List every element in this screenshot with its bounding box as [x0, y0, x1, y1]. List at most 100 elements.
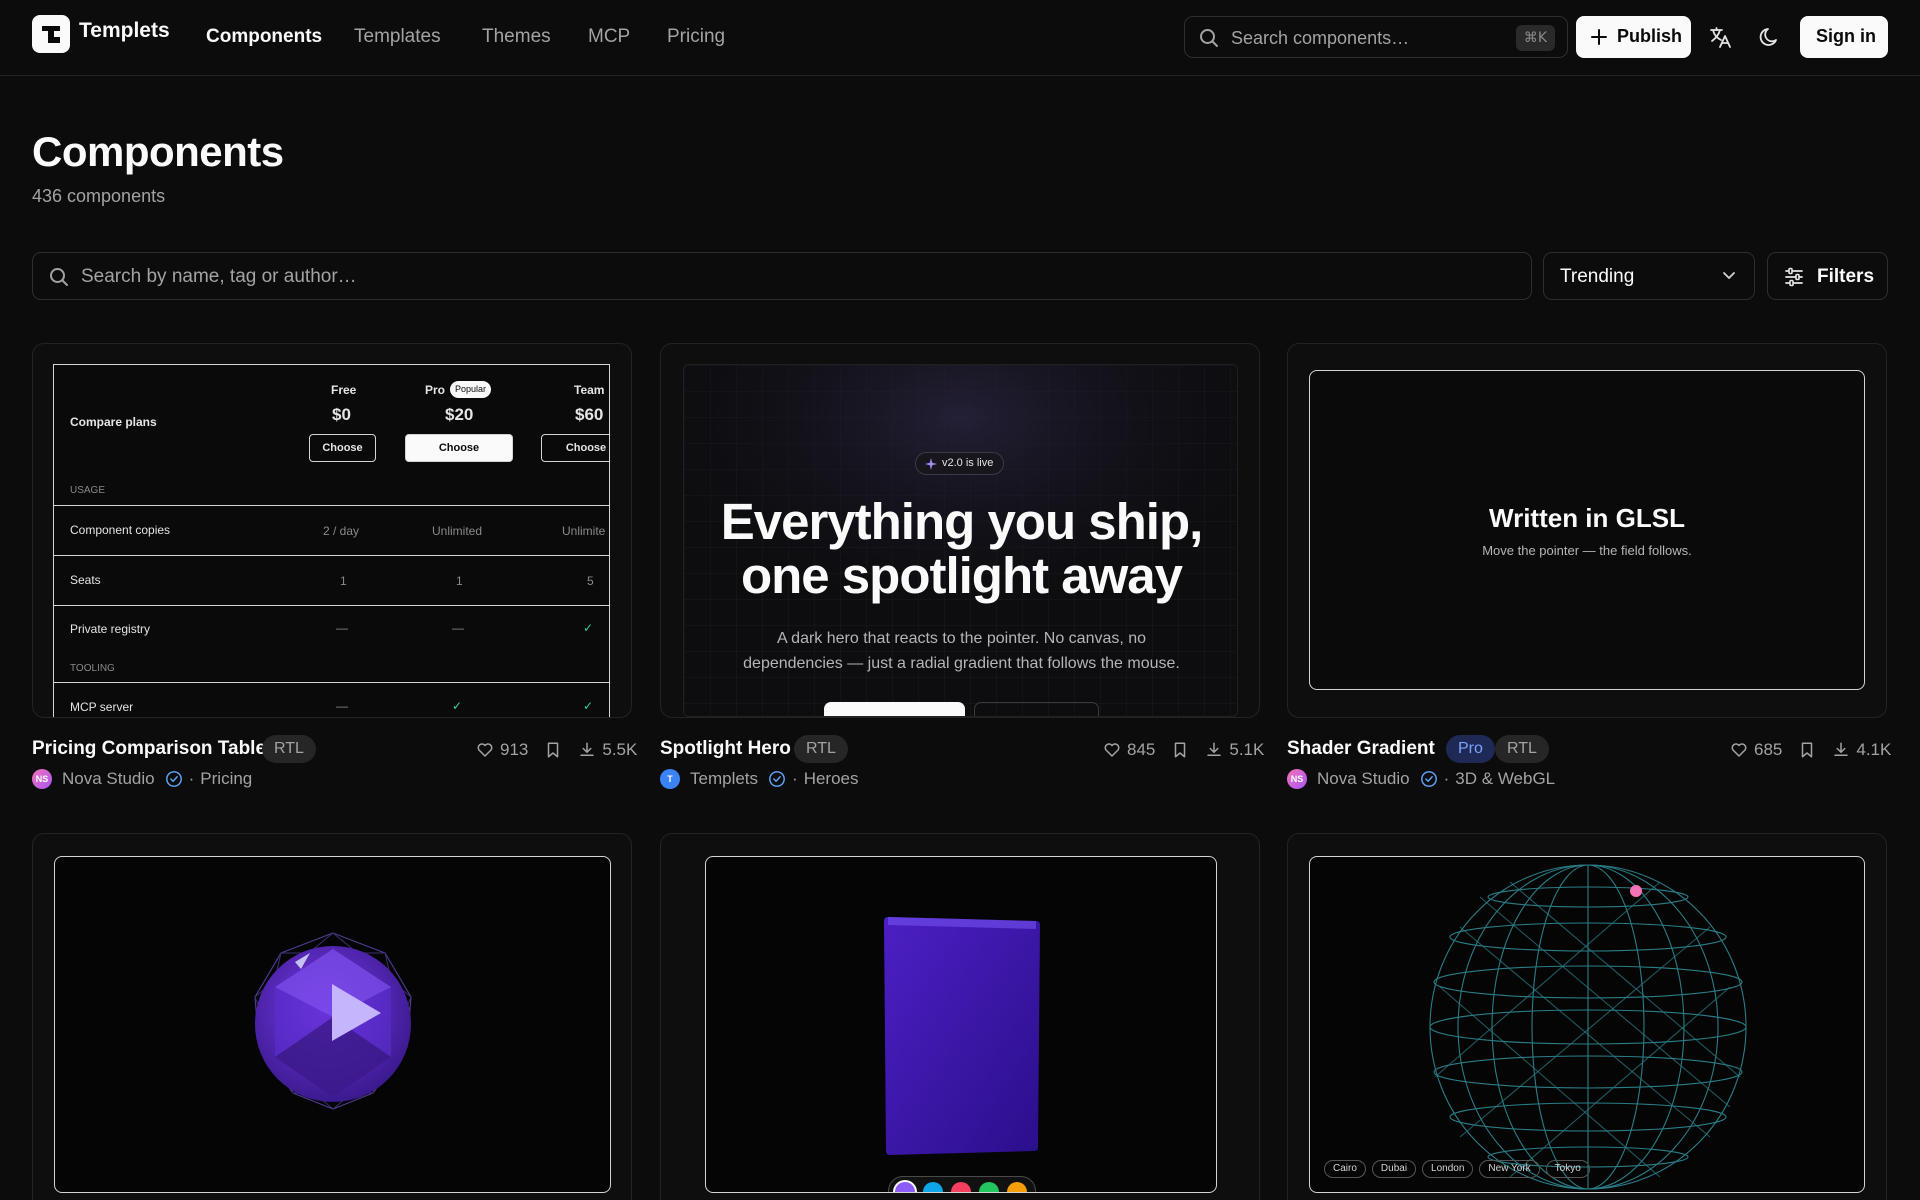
city-chip[interactable]: Tokyo — [1545, 1160, 1590, 1178]
nav-link-components[interactable]: Components — [206, 26, 322, 48]
sliders-icon — [1785, 267, 1803, 287]
nav-link-templates[interactable]: Templates — [354, 26, 441, 48]
avatar: NS — [32, 769, 52, 789]
row-label: MCP server — [70, 700, 134, 714]
language-icon[interactable] — [1700, 17, 1740, 57]
top-nav: Templets Components Templates Themes MCP… — [0, 0, 1920, 76]
heart-icon[interactable] — [476, 741, 494, 759]
plan-name-team: Team — [574, 383, 605, 397]
publish-button[interactable]: Publish — [1576, 16, 1691, 58]
row-label: Private registry — [70, 622, 151, 636]
download-icon[interactable] — [1832, 741, 1850, 759]
pricing-table-preview: Compare plans Free $0 Choose Pro Popular… — [53, 364, 610, 717]
category-link[interactable]: Heroes — [804, 769, 859, 789]
glsl-subtitle: Move the pointer — the field follows. — [1482, 543, 1692, 558]
row-value: 2 / day — [323, 524, 360, 538]
author-name[interactable]: Templets — [690, 769, 758, 789]
category-link[interactable]: Pricing — [200, 769, 252, 789]
choose-team-button: Choose — [541, 434, 609, 462]
globe-preview: Cairo Dubai London New York Tokyo — [1309, 856, 1865, 1193]
city-chip[interactable]: Dubai — [1371, 1160, 1417, 1178]
bookmark-icon[interactable] — [1171, 741, 1189, 759]
avatar: NS — [1287, 769, 1307, 789]
search-icon — [1200, 29, 1218, 47]
download-icon[interactable] — [578, 741, 596, 759]
download-count: 4.1K — [1856, 740, 1892, 759]
row-value: — — [336, 699, 348, 713]
row-label: Component copies — [70, 523, 171, 537]
wireframe-globe — [1429, 864, 1747, 1190]
row-value: Unlimited — [432, 524, 483, 538]
verified-icon — [769, 771, 785, 787]
hero-headline-line-2: one spotlight away — [740, 547, 1183, 604]
tag-badge: RTL — [794, 735, 848, 763]
category-link[interactable]: 3D & WebGL — [1455, 769, 1555, 789]
component-search-input[interactable]: Search by name, tag or author… — [32, 252, 1532, 300]
logo-icon[interactable] — [32, 15, 70, 53]
swatch-green[interactable] — [979, 1182, 999, 1192]
sign-in-button[interactable]: Sign in — [1800, 16, 1888, 58]
bookmark-icon[interactable] — [544, 741, 562, 759]
3d-card-preview — [705, 856, 1217, 1193]
publish-label: Publish — [1617, 26, 1683, 46]
row-label: Seats — [70, 573, 101, 587]
nav-link-mcp[interactable]: MCP — [588, 26, 630, 48]
sort-value: Trending — [1560, 266, 1635, 287]
plan-price-pro: $20 — [445, 405, 474, 424]
row-value: 1 — [340, 574, 347, 588]
card-title[interactable]: Spotlight Hero — [660, 738, 791, 760]
bookmark-icon[interactable] — [1798, 741, 1816, 759]
hero-secondary-button — [974, 702, 1099, 716]
heart-icon[interactable] — [1103, 741, 1121, 759]
card-meta: NS Nova Studio · Pricing — [32, 769, 252, 789]
section-usage-label: USAGE — [70, 485, 106, 496]
filters-button[interactable]: Filters — [1767, 252, 1888, 300]
choose-free-button: Choose — [309, 434, 376, 462]
separator-dot: · — [792, 769, 798, 788]
avatar: T — [660, 769, 680, 789]
swatch-amber[interactable] — [1007, 1182, 1027, 1192]
separator-dot: · — [1443, 769, 1450, 788]
sort-select[interactable]: Trending — [1543, 252, 1755, 300]
theme-toggle-moon-icon[interactable] — [1750, 17, 1790, 57]
city-chip[interactable]: Cairo — [1324, 1160, 1366, 1178]
tag-badge: RTL — [1495, 735, 1549, 763]
plan-price-free: $0 — [332, 405, 351, 424]
shader-gradient-preview: Written in GLSL Move the pointer — the f… — [1309, 370, 1865, 690]
hero-subtitle: A dark hero that reacts to the pointer. … — [684, 626, 1237, 676]
author-name[interactable]: Nova Studio — [1317, 769, 1410, 789]
card-meta: T Templets · Heroes — [660, 769, 859, 789]
nav-link-pricing[interactable]: Pricing — [667, 26, 725, 48]
swatch-blue[interactable] — [923, 1182, 943, 1192]
check-icon: ✓ — [452, 699, 463, 713]
card-stats: 685 4.1K — [1730, 740, 1891, 760]
filters-label: Filters — [1817, 266, 1875, 287]
verified-icon — [1420, 771, 1437, 787]
card-title[interactable]: Pricing Comparison Table — [32, 738, 266, 760]
swatch-red[interactable] — [951, 1182, 971, 1192]
row-value: 5 — [587, 574, 594, 588]
download-icon[interactable] — [1205, 741, 1223, 759]
city-chip[interactable]: New York — [1479, 1160, 1540, 1178]
pro-badge: Pro — [1446, 735, 1495, 763]
plan-name-free: Free — [331, 383, 357, 397]
heart-icon[interactable] — [1730, 741, 1748, 759]
like-count: 913 — [500, 740, 529, 759]
logo-text[interactable]: Templets — [79, 19, 170, 43]
card-stats: 845 5.1K — [1103, 740, 1264, 760]
search-icon — [50, 268, 68, 286]
global-search-input[interactable]: Search components… ⌘K — [1184, 16, 1568, 58]
component-count: 436 components — [32, 186, 166, 206]
sparkle-icon — [925, 458, 937, 470]
nav-link-themes[interactable]: Themes — [482, 26, 551, 48]
card-title[interactable]: Shader Gradient — [1287, 738, 1435, 760]
hero-primary-button — [824, 702, 965, 716]
author-name[interactable]: Nova Studio — [62, 769, 155, 789]
page-title: Components — [32, 128, 284, 175]
row-value: — — [452, 621, 464, 635]
city-chip[interactable]: London — [1422, 1160, 1474, 1178]
swatch-purple[interactable] — [895, 1182, 915, 1192]
plus-icon — [1591, 29, 1607, 45]
component-search-placeholder: Search by name, tag or author… — [81, 266, 357, 287]
3d-card-illustration — [884, 917, 1040, 1155]
